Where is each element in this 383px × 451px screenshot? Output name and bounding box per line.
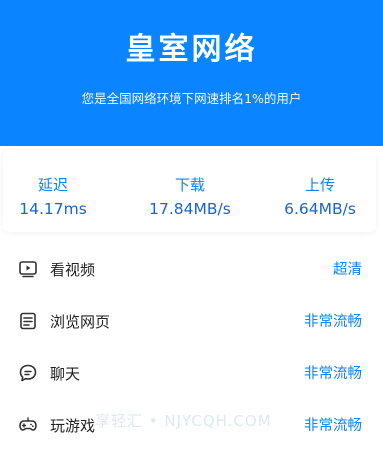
- activity-status-browse: 非常流畅: [304, 314, 362, 330]
- activity-status-chat: 非常流畅: [304, 366, 362, 382]
- activity-status-game: 非常流畅: [304, 418, 362, 434]
- activity-label-video: 看视频: [50, 261, 96, 279]
- network-rank-title: 皇室网络: [125, 32, 258, 67]
- activity-row-video[interactable]: 看视频 超清: [0, 243, 383, 295]
- gamepad-icon: [18, 415, 38, 435]
- chat-icon: [18, 363, 38, 383]
- download-value: 17.84MB/s: [149, 200, 231, 218]
- browser-icon: [18, 311, 38, 331]
- latency-label: 延迟: [37, 176, 68, 194]
- activity-status-video: 超清: [333, 262, 362, 278]
- latency-stat: 延迟 14.17ms: [3, 150, 103, 232]
- download-stat: 下载 17.84MB/s: [140, 150, 240, 232]
- activity-label-game: 玩游戏: [50, 417, 96, 435]
- latency-value: 14.17ms: [19, 200, 87, 218]
- video-icon: [18, 259, 38, 279]
- upload-value: 6.64MB/s: [284, 200, 356, 218]
- activity-label-browse: 浏览网页: [50, 313, 111, 331]
- upload-stat: 上传 6.64MB/s: [270, 150, 370, 232]
- download-label: 下载: [174, 176, 205, 194]
- speed-stats-card: 延迟 14.17ms 下载 17.84MB/s 上传 6.64MB/s: [3, 150, 376, 232]
- network-rank-subtitle: 您是全国网络环境下网速排名1%的用户: [81, 91, 302, 106]
- activity-label-chat: 聊天: [50, 365, 81, 383]
- upload-label: 上传: [304, 176, 335, 194]
- activity-row-chat[interactable]: 聊天 非常流畅: [0, 347, 383, 399]
- activity-row-game[interactable]: 玩游戏 非常流畅: [0, 399, 383, 451]
- hero-banner: 皇室网络 您是全国网络环境下网速排名1%的用户: [0, 0, 383, 146]
- activity-row-browse[interactable]: 浏览网页 非常流畅: [0, 295, 383, 347]
